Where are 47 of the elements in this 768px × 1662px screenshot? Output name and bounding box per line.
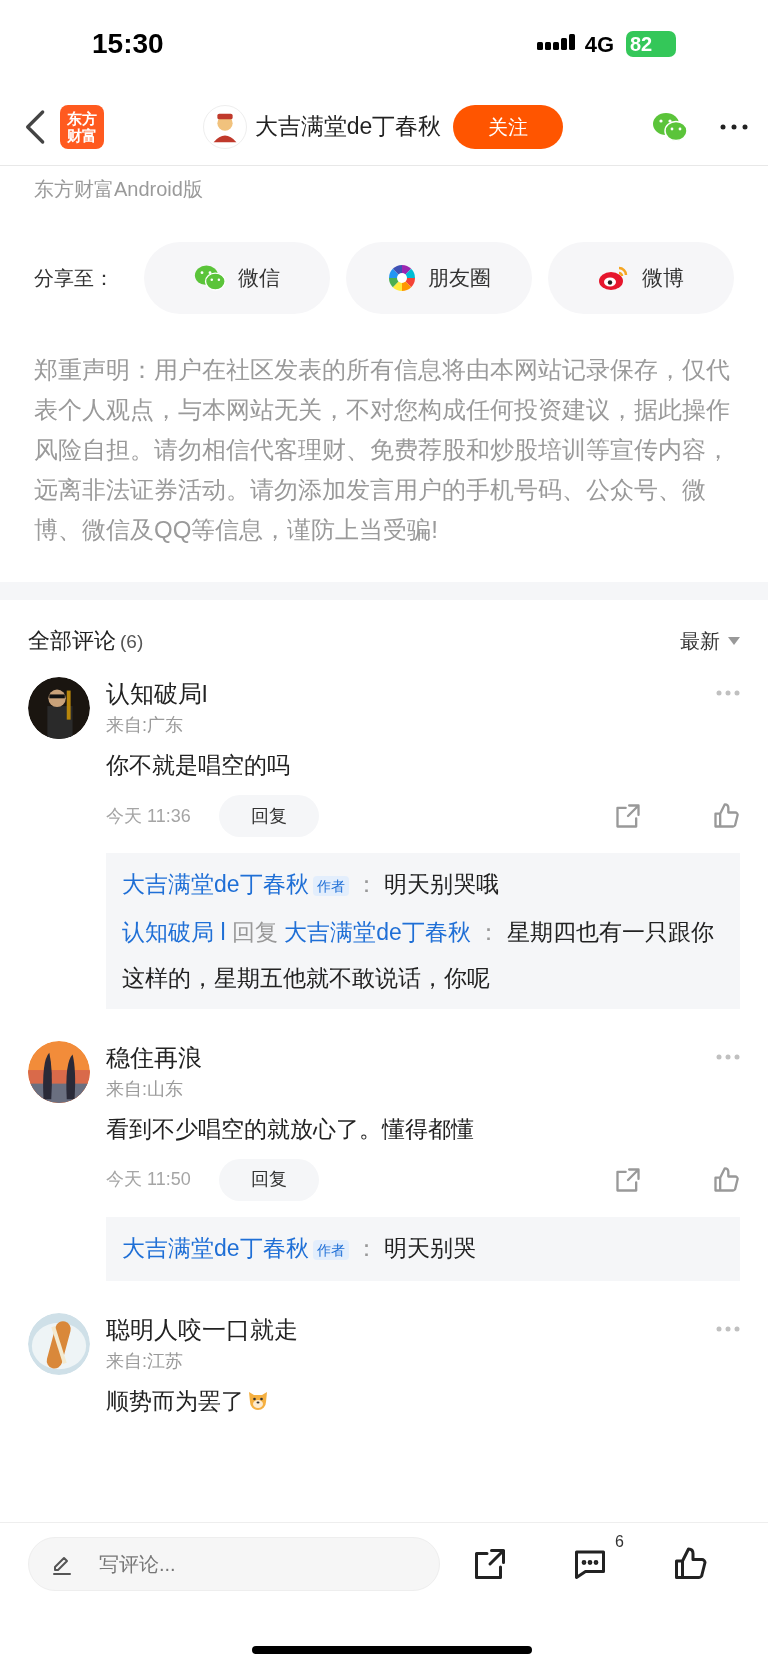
comment-input[interactable]: 写评论... xyxy=(28,1537,440,1591)
comment-count-label: 6 xyxy=(615,1532,624,1552)
author-badge: 作者 xyxy=(312,875,349,896)
user-link[interactable]: 大吉满堂de丁春秋 xyxy=(284,918,471,945)
comment-count: (6) xyxy=(120,630,144,654)
comments-title: 全部评论 xyxy=(28,627,116,655)
network-label: 4G xyxy=(584,30,614,59)
wechat-icon xyxy=(652,110,688,143)
user-link[interactable]: 大吉满堂de丁春秋 xyxy=(122,1234,309,1261)
wechat-icon xyxy=(194,264,226,292)
weibo-icon xyxy=(598,264,630,292)
reply-text: 认知破局 l 回复 大吉满堂de丁春秋 ： 星期四也有一只跟你这样的，星期五他就不敢说话，你呢 xyxy=(122,917,715,993)
author-badge: 作者 xyxy=(312,1239,349,1260)
source-label: 东方财富Android版 xyxy=(33,177,204,202)
battery: 82 xyxy=(626,31,676,57)
more-icon[interactable] xyxy=(720,122,748,131)
comment-text: 顺势而为罢了 xyxy=(106,1382,740,1419)
reply-text: 大吉满堂de丁春秋 作者 ： 明天别哭 xyxy=(122,1233,478,1263)
thumbs-up-icon[interactable] xyxy=(672,1546,708,1582)
author-name[interactable]: 大吉满堂de丁春秋 xyxy=(254,109,442,144)
share-button[interactable]: 朋友圈 xyxy=(346,242,532,314)
username[interactable]: 认知破局l xyxy=(106,677,208,711)
reply-button[interactable]: 回复 xyxy=(218,1158,319,1201)
sort-dropdown[interactable]: 最新 xyxy=(680,625,740,656)
clock: 15:30 xyxy=(92,27,164,61)
location: 来自:广东 xyxy=(106,714,184,737)
user-link[interactable]: 大吉满堂de丁春秋 xyxy=(122,871,309,897)
timestamp: 今天 11:36 xyxy=(106,804,191,828)
comment-text: 你不就是唱空的吗 xyxy=(106,751,291,780)
reply-button[interactable]: 回复 xyxy=(218,795,319,837)
comment-text: 看到不少唱空的就放心了。懂得都懂 xyxy=(106,1114,475,1144)
share-button[interactable]: 微博 xyxy=(548,242,734,314)
share-label: 分享至： xyxy=(34,266,115,291)
reply-text: 大吉满堂de丁春秋 作者 ： 明天别哭哦 xyxy=(122,870,501,899)
username[interactable]: 聪明人咬一口就走 xyxy=(106,1312,298,1347)
share-icon[interactable] xyxy=(472,1546,508,1582)
share-button[interactable]: 微信 xyxy=(144,242,330,314)
timestamp: 今天 11:50 xyxy=(106,1168,191,1192)
location: 来自:江苏 xyxy=(106,1349,184,1373)
location: 来自:山东 xyxy=(106,1077,184,1101)
disclaimer-text: 郑重声明：用户在社区发表的所有信息将由本网站记录保存，仅代表个人观点，与本网站无关，不对您构成任何投资建议，据此操作风险自担。请勿相信代客理财、免费荐股和炒股培训等宣传内容，远离非法证券活动。请勿添加发言用户的手机号码、公众号、微博、微信及QQ等信息，谨防上当受骗! xyxy=(33,355,731,545)
thumbs-up-icon[interactable] xyxy=(712,802,740,830)
aperture-icon xyxy=(387,264,416,292)
caret-icon xyxy=(728,636,740,645)
user-link[interactable]: 认知破局 l xyxy=(122,918,226,945)
username[interactable]: 稳住再浪 xyxy=(106,1040,202,1075)
thumbs-up-icon[interactable] xyxy=(712,1165,740,1194)
